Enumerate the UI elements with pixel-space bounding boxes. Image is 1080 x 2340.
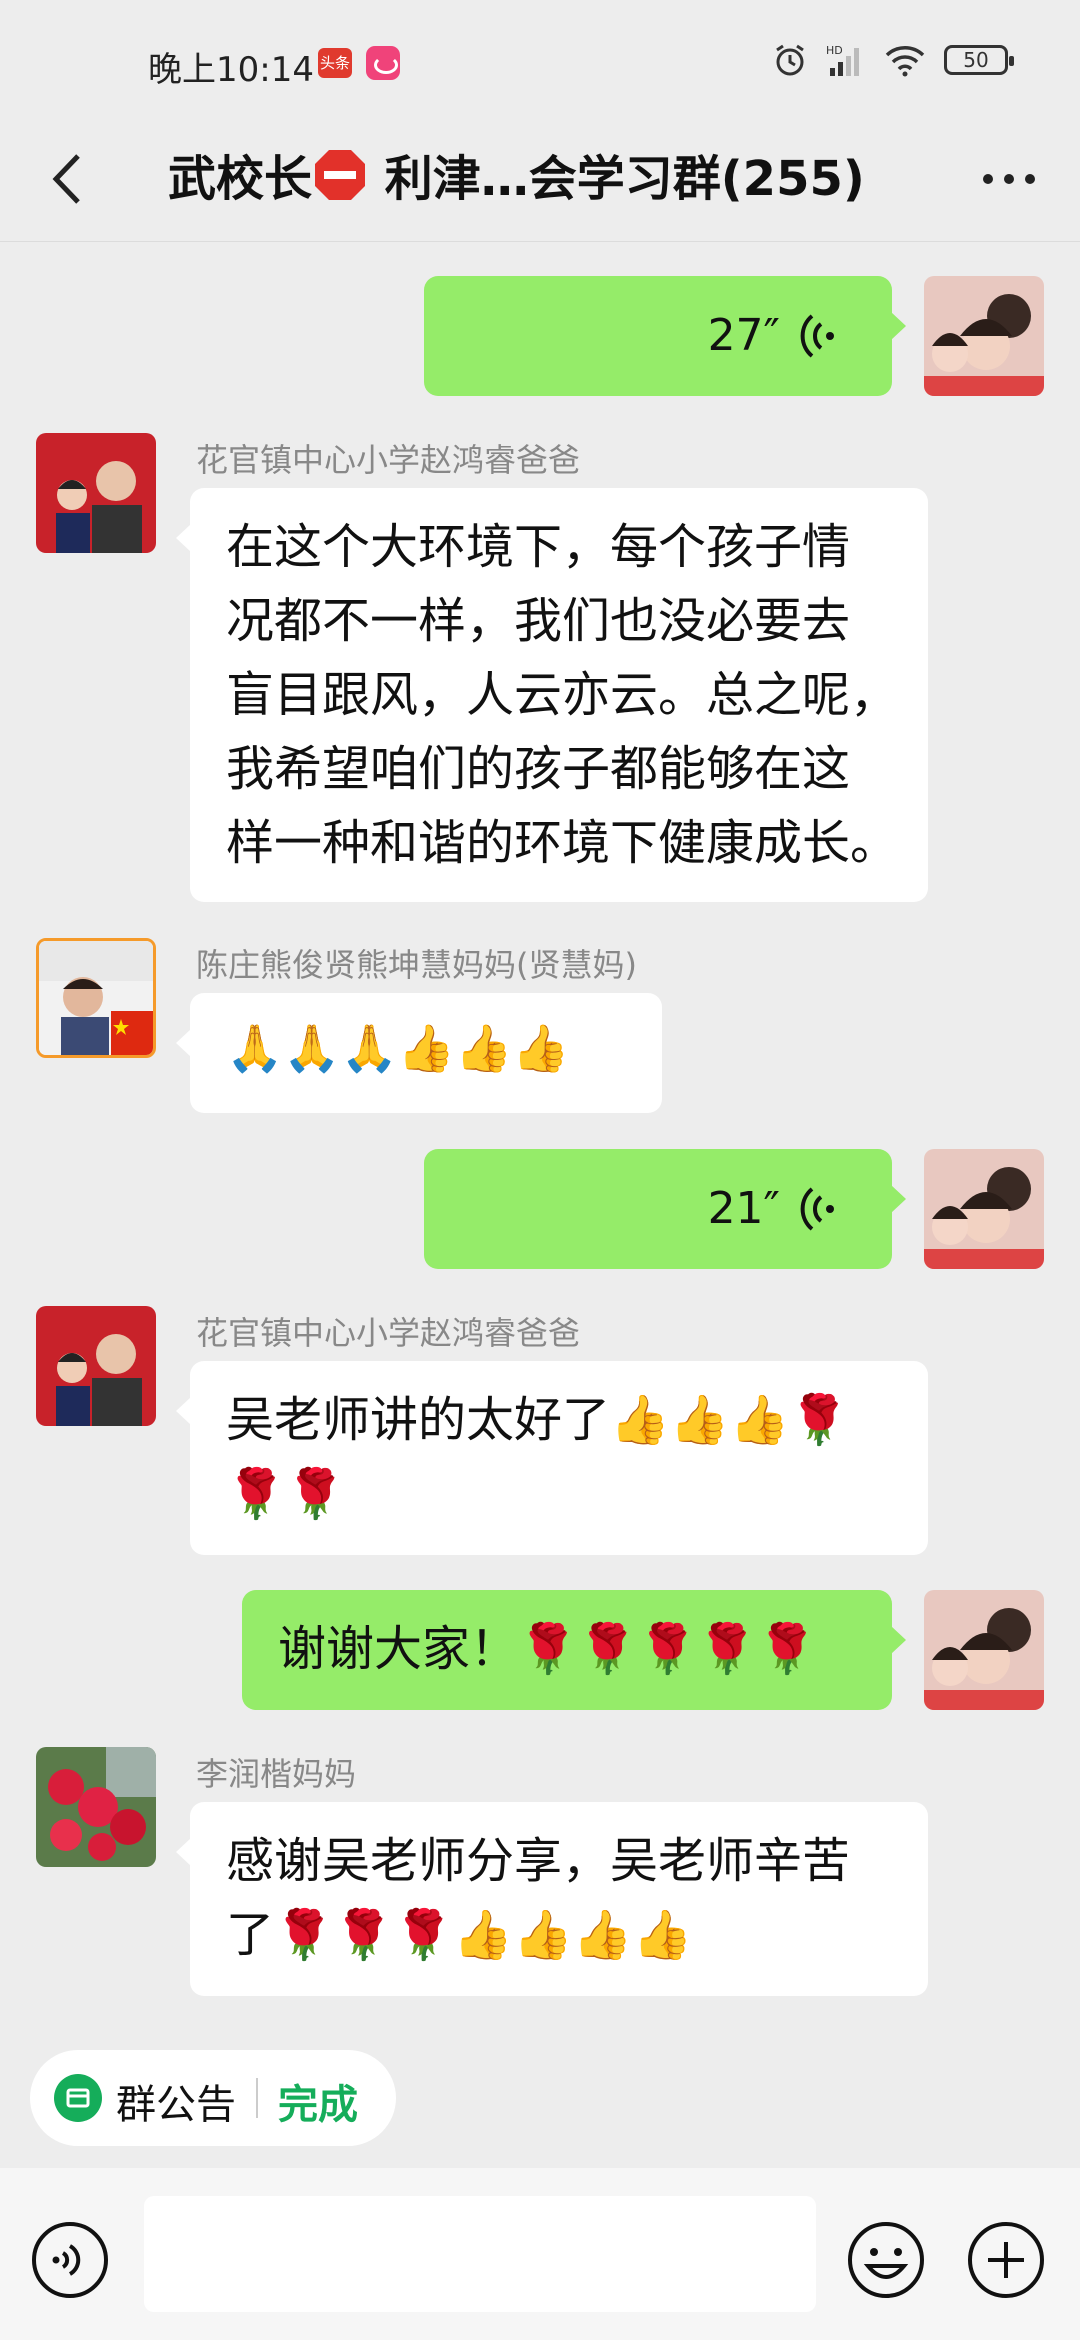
alarm-icon (776, 44, 804, 76)
message-text: 🙏🙏🙏👍👍👍 (226, 1021, 570, 1075)
sender-name: 花官镇中心小学赵鸿睿爸爸 (196, 441, 581, 479)
notification-app-icon (366, 46, 400, 80)
message-line: 盲目跟风，人云亦云。总之呢， (226, 667, 899, 723)
message-line: 感谢吴老师分享，吴老师辛苦 (226, 1833, 851, 1889)
message-line: 了🌹🌹🌹👍👍👍👍 (226, 1907, 693, 1963)
emoji-message-bubble[interactable]: 🙏🙏🙏👍👍👍 (176, 993, 662, 1113)
message-line: 🌹🌹 (226, 1466, 346, 1522)
text-message-bubble[interactable]: 感谢吴老师分享，吴老师辛苦 了🌹🌹🌹👍👍👍👍 (176, 1802, 928, 1996)
status-time: 晚上10:14 (148, 50, 314, 90)
divider (256, 2078, 258, 2118)
sender-name: 李润楷妈妈 (196, 1755, 357, 1793)
message-input[interactable] (144, 2196, 816, 2312)
more-button[interactable] (974, 144, 1044, 214)
status-bar: 晚上10:14 头条 HD 50 (0, 0, 1080, 120)
more-icon (983, 174, 1035, 184)
sender-avatar[interactable] (36, 433, 156, 553)
announcement-chip[interactable]: 群公告 完成 (30, 2050, 396, 2146)
back-button[interactable] (36, 144, 106, 214)
voice-input-button[interactable] (30, 2220, 110, 2300)
back-icon (52, 154, 80, 204)
voice-message-bubble[interactable]: 21″ (424, 1149, 906, 1269)
plus-icon (968, 2222, 1044, 2298)
chat-area[interactable]: 27″ 花官镇中心小学赵鸿睿爸爸 在这个大环境下，每个孩子情 况都不一样，我们也… (0, 243, 1080, 2025)
voice-wave-icon (800, 1187, 834, 1231)
battery-indicator: 50 (944, 45, 1014, 75)
message-line: 在这个大环境下，每个孩子情 (226, 519, 851, 575)
done-button[interactable]: 完成 (278, 2072, 358, 2130)
stop-sign-icon (315, 150, 366, 200)
sender-avatar[interactable] (36, 938, 156, 1058)
signal-icon: HD (826, 44, 859, 76)
chat-title-part2: 利津…会学习群(255) (368, 151, 865, 207)
voice-input-icon (32, 2222, 108, 2298)
message-line: 况都不一样，我们也没必要去 (226, 593, 851, 649)
sender-name: 陈庄熊俊贤熊坤慧妈妈(贤慧妈) (196, 946, 637, 984)
chat-title-part1: 武校长 (168, 151, 313, 207)
voice-message-bubble[interactable]: 27″ (424, 276, 906, 396)
status-icons: HD 50 (772, 42, 1014, 78)
sender-avatar[interactable] (36, 1747, 156, 1867)
sender-avatar[interactable] (36, 1306, 156, 1426)
more-actions-button[interactable] (966, 2220, 1046, 2300)
message-line: 吴老师讲的太好了👍👍👍🌹 (226, 1392, 850, 1448)
title-bar: 武校长 利津…会学习群(255) (0, 120, 1080, 242)
text-message-bubble[interactable]: 谢谢大家！🌹🌹🌹🌹🌹 (242, 1590, 906, 1710)
my-avatar[interactable] (924, 1149, 1044, 1269)
message-line: 我希望咱们的孩子都能够在这 (226, 741, 851, 797)
my-avatar[interactable] (924, 1590, 1044, 1710)
text-message-bubble[interactable]: 吴老师讲的太好了👍👍👍🌹 🌹🌹 (176, 1361, 928, 1555)
message-text: 谢谢大家！🌹🌹🌹🌹🌹 (278, 1621, 817, 1677)
voice-wave-icon (800, 314, 834, 358)
message-line: 样一种和谐的环境下健康成长。 (226, 815, 899, 871)
voice-duration: 21″ (707, 1183, 780, 1234)
voice-duration: 27″ (707, 310, 780, 361)
announcement-icon (54, 2074, 102, 2122)
emoji-button[interactable] (846, 2220, 926, 2300)
announcement-label: 群公告 (116, 2082, 236, 2128)
my-avatar[interactable] (924, 276, 1044, 396)
svg-text:HD: HD (826, 44, 843, 57)
text-message-bubble[interactable]: 在这个大环境下，每个孩子情 况都不一样，我们也没必要去 盲目跟风，人云亦云。总之… (176, 488, 928, 902)
input-bar (0, 2168, 1080, 2340)
sender-name: 花官镇中心小学赵鸿睿爸爸 (196, 1314, 581, 1352)
toutiao-app-icon: 头条 (318, 48, 352, 78)
emoji-icon (848, 2222, 924, 2298)
chat-title: 武校长 利津…会学习群(255) (168, 144, 928, 214)
wifi-icon (885, 46, 925, 77)
